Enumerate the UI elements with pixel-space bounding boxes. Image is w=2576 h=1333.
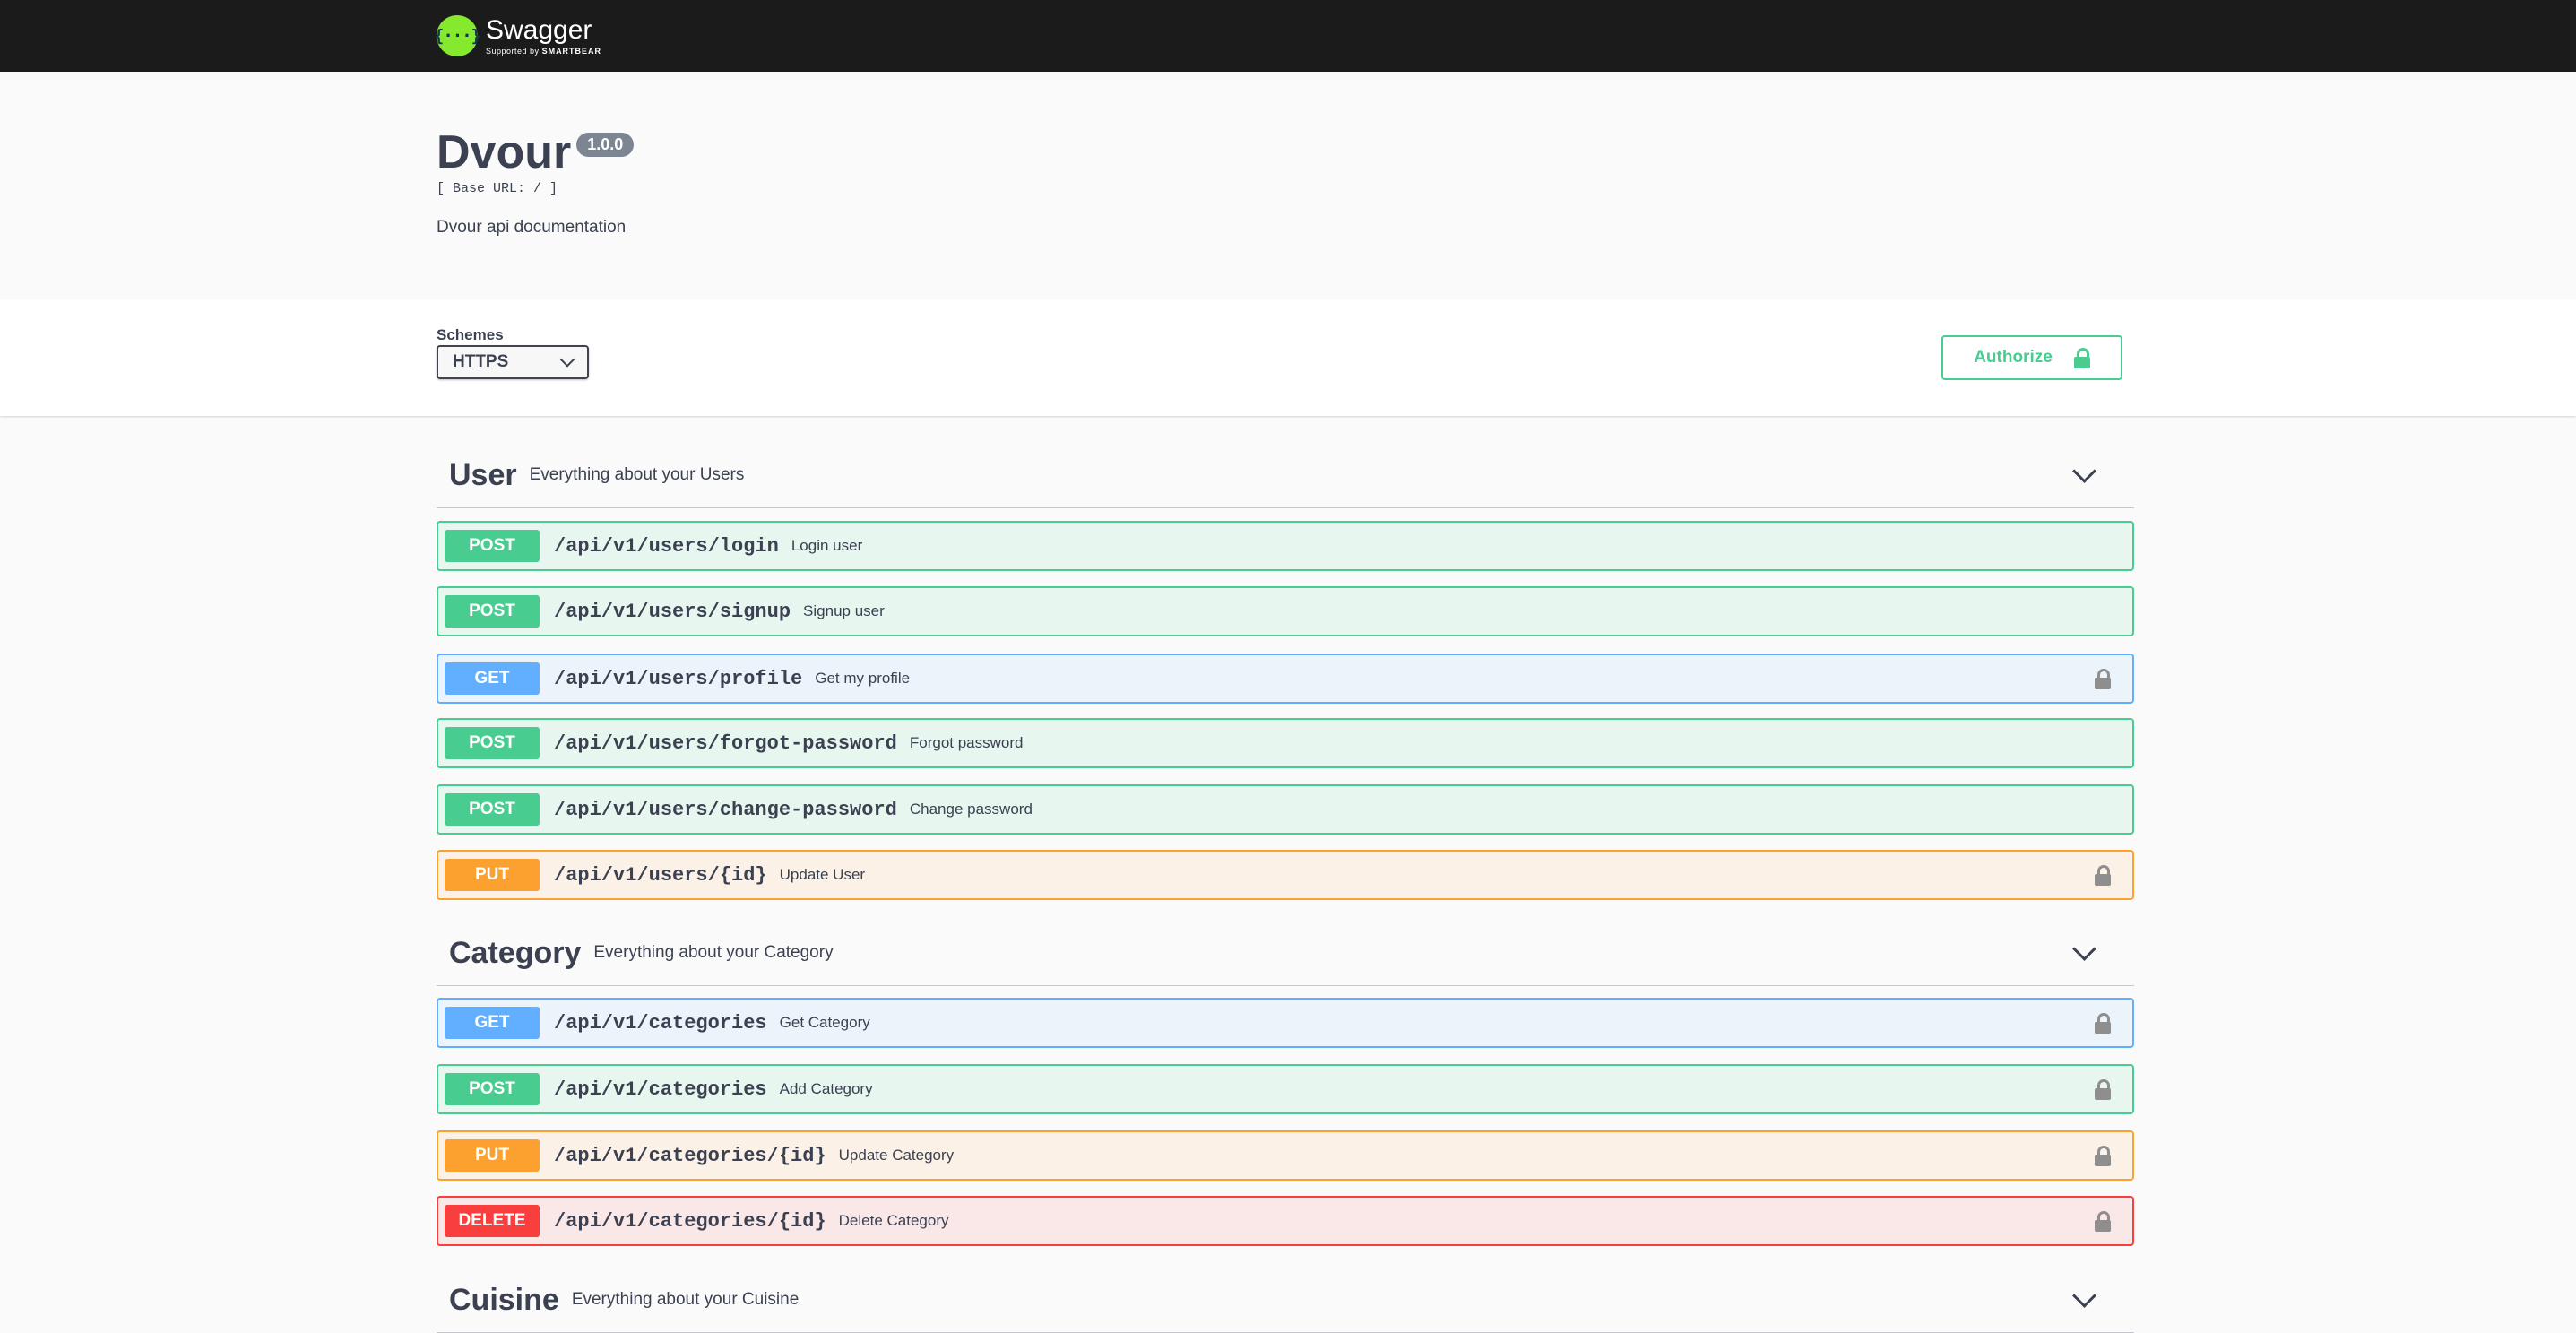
authorize-button[interactable]: Authorize — [1941, 335, 2122, 380]
tag-name: Category — [449, 935, 582, 970]
operation-row[interactable]: POST /api/v1/users/forgot-password Forgo… — [437, 718, 2134, 768]
operation-summary: Get Category — [779, 1014, 870, 1031]
tag-header-user[interactable]: User Everything about your Users — [437, 443, 2134, 508]
operation-path: /api/v1/users/signup — [554, 600, 791, 623]
method-badge: GET — [445, 662, 540, 695]
operation-summary: Delete Category — [838, 1212, 949, 1229]
topbar: {···} Swagger Supported by SMARTBEAR — [0, 0, 2576, 72]
schemes-selected-value: HTTPS — [453, 352, 509, 371]
swagger-logo[interactable]: {···} Swagger Supported by SMARTBEAR — [434, 12, 602, 60]
lock-icon[interactable] — [2095, 669, 2111, 689]
operation-path: /api/v1/users/{id} — [554, 863, 767, 887]
tag-name: User — [449, 457, 517, 492]
schemes-label: Schemes — [437, 326, 504, 343]
method-badge: POST — [445, 595, 540, 628]
operation-path: /api/v1/users/login — [554, 534, 779, 558]
operation-row[interactable]: PUT /api/v1/users/{id} Update User — [437, 850, 2134, 900]
tag-header-category[interactable]: Category Everything about your Category — [437, 921, 2134, 986]
operation-row[interactable]: POST /api/v1/users/change-password Chang… — [437, 784, 2134, 835]
lock-icon[interactable] — [2095, 1013, 2111, 1034]
tag-header-cuisine[interactable]: Cuisine Everything about your Cuisine — [437, 1268, 2134, 1333]
operation-path: /api/v1/categories/{id} — [554, 1144, 826, 1167]
method-badge: PUT — [445, 859, 540, 891]
method-badge: POST — [445, 793, 540, 826]
operation-row[interactable]: GET /api/v1/users/profile Get my profile — [437, 654, 2134, 704]
operation-row[interactable]: POST /api/v1/users/signup Signup user — [437, 586, 2134, 636]
chevron-down-icon[interactable] — [2072, 459, 2096, 483]
operation-row[interactable]: PUT /api/v1/categories/{id} Update Categ… — [437, 1130, 2134, 1181]
method-badge: PUT — [445, 1139, 540, 1172]
lock-icon[interactable] — [2095, 1146, 2111, 1166]
api-title: Dvour — [437, 126, 572, 178]
lock-icon[interactable] — [2095, 865, 2111, 886]
chevron-down-icon[interactable] — [2072, 937, 2096, 961]
brand-name: Swagger — [486, 15, 592, 45]
operation-path: /api/v1/categories — [554, 1011, 767, 1034]
version-badge: 1.0.0 — [576, 133, 635, 157]
method-badge: GET — [445, 1007, 540, 1039]
operation-summary: Get my profile — [815, 670, 911, 687]
swagger-logo-icon: {···} — [434, 15, 481, 56]
tag-name: Cuisine — [449, 1282, 559, 1317]
authorize-label: Authorize — [1974, 348, 2053, 367]
tag-description: Everything about your Users — [529, 465, 745, 484]
base-url: [ Base URL: / ] — [437, 181, 558, 196]
operation-summary: Change password — [909, 801, 1033, 818]
schemes-select[interactable]: HTTPS — [437, 345, 589, 379]
operation-path: /api/v1/categories — [554, 1078, 767, 1101]
operation-summary: Login user — [791, 537, 863, 554]
tag-description: Everything about your Category — [593, 943, 834, 962]
operation-path: /api/v1/users/forgot-password — [554, 731, 897, 755]
chevron-down-icon[interactable] — [2072, 1284, 2096, 1308]
method-badge: POST — [445, 727, 540, 759]
tag-description: Everything about your Cuisine — [571, 1290, 800, 1309]
operation-row[interactable]: POST /api/v1/users/login Login user — [437, 521, 2134, 571]
method-badge: DELETE — [445, 1205, 540, 1237]
unlock-icon — [2073, 348, 2090, 368]
operation-path: /api/v1/users/profile — [554, 667, 803, 690]
operation-summary: Update User — [779, 866, 866, 883]
operation-path: /api/v1/users/change-password — [554, 798, 897, 821]
operation-path: /api/v1/categories/{id} — [554, 1209, 826, 1233]
scheme-container: Schemes HTTPS Authorize — [0, 299, 2576, 416]
operation-row[interactable]: DELETE /api/v1/categories/{id} Delete Ca… — [437, 1196, 2134, 1246]
brand-supported-by: Supported by SMARTBEAR — [486, 47, 602, 56]
operation-summary: Signup user — [803, 602, 885, 619]
operation-summary: Add Category — [779, 1080, 873, 1097]
lock-icon[interactable] — [2095, 1211, 2111, 1232]
lock-icon[interactable] — [2095, 1079, 2111, 1100]
api-info: Dvour 1.0.0 [ Base URL: / ] Dvour api do… — [437, 126, 635, 238]
chevron-down-icon — [559, 351, 575, 368]
operation-row[interactable]: POST /api/v1/categories Add Category — [437, 1064, 2134, 1114]
operation-row[interactable]: GET /api/v1/categories Get Category — [437, 998, 2134, 1048]
operation-summary: Forgot password — [909, 734, 1024, 751]
method-badge: POST — [445, 530, 540, 562]
method-badge: POST — [445, 1073, 540, 1105]
api-description: Dvour api documentation — [437, 218, 627, 237]
operation-summary: Update Category — [838, 1147, 955, 1164]
